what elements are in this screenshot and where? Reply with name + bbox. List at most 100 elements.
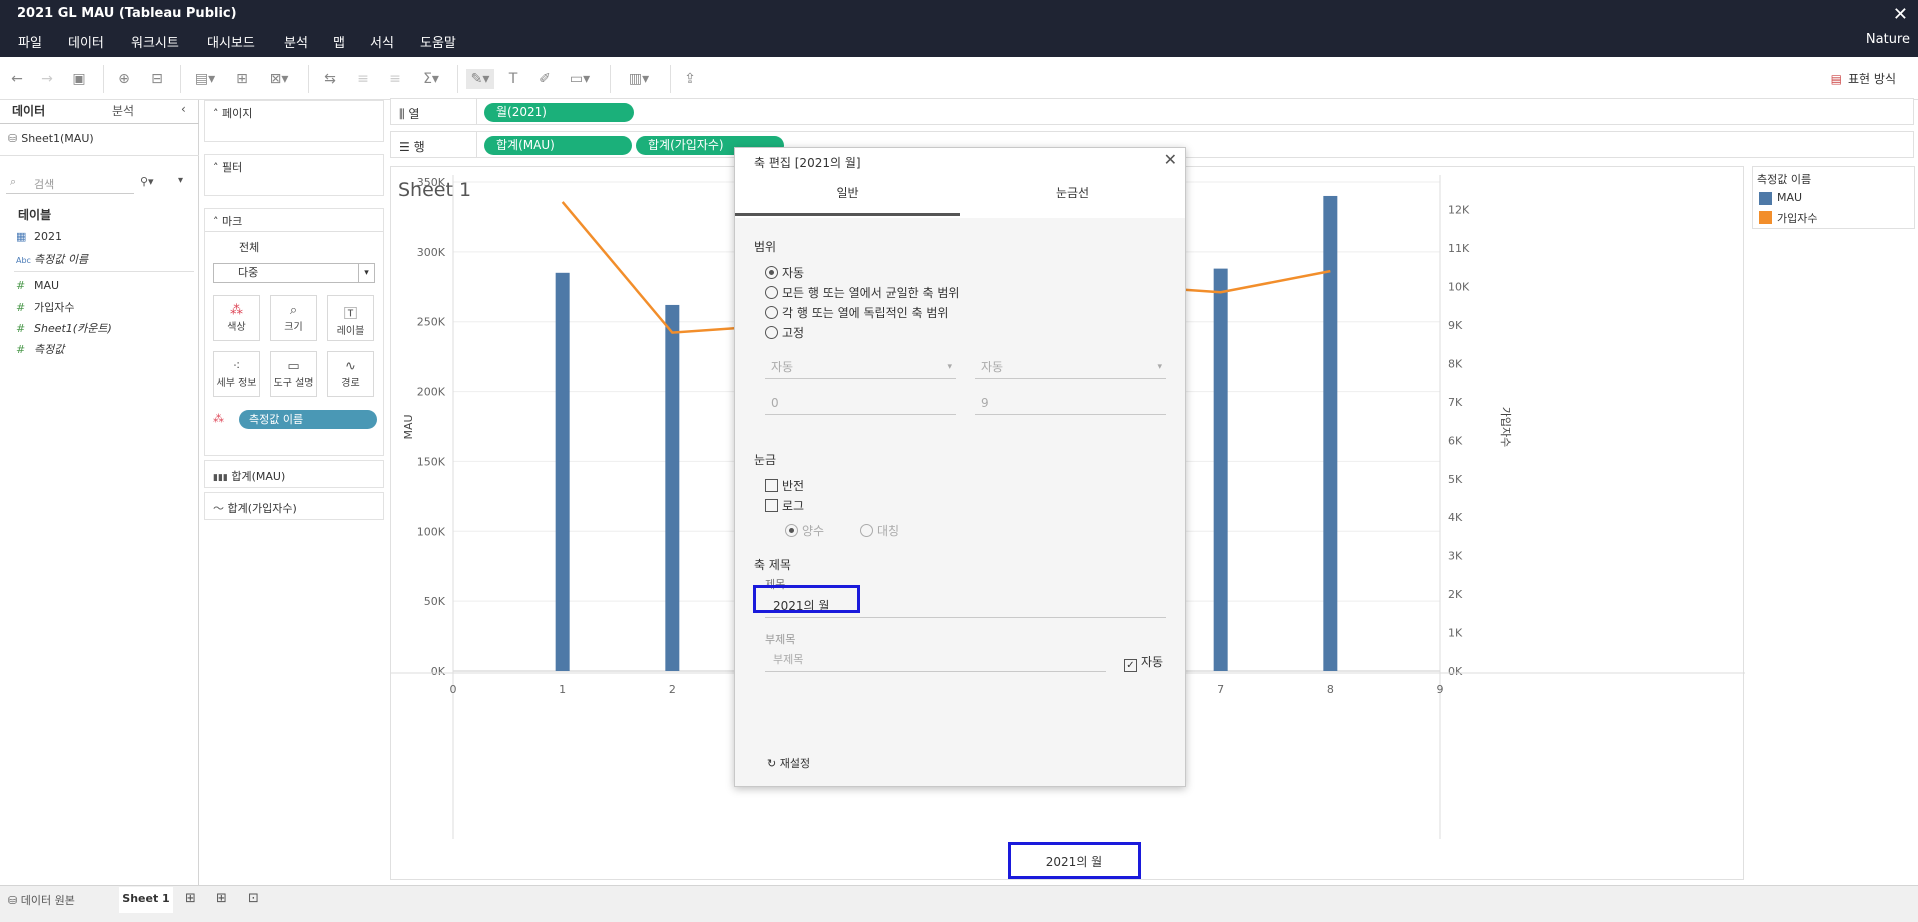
menu-bar: 파일 데이터 워크시트 대시보드 분석 맵 서식 도움말 Nature xyxy=(0,32,1918,54)
new-datasource-icon[interactable]: ⊕ xyxy=(115,69,133,89)
field-subscribers[interactable]: # 가입자수 xyxy=(16,299,74,315)
datasource-icon: ⛁ xyxy=(8,132,18,145)
pane-menu-icon[interactable]: ▾ xyxy=(178,175,183,186)
columns-shelf[interactable]: ⫼ 열 월(2021) xyxy=(390,98,1914,125)
radio-range-auto[interactable]: 자동 xyxy=(765,264,804,281)
search-input[interactable]: ⌕ 검색 xyxy=(6,172,134,194)
redo-icon[interactable]: → xyxy=(38,69,56,89)
range-min-input[interactable]: 0 xyxy=(765,391,956,415)
bar-mau-8 xyxy=(1323,195,1338,671)
totals-icon[interactable]: Σ▾ xyxy=(418,69,444,89)
y-tick-label: 300K xyxy=(417,246,446,259)
title-input-highlight xyxy=(753,585,860,613)
tab-analysis[interactable]: 분석 xyxy=(112,102,134,119)
range-max-input[interactable]: 9 xyxy=(975,391,1166,415)
menu-dashboard[interactable]: 대시보드 xyxy=(207,32,255,51)
show-me-button[interactable]: ▤ 표현 방식 xyxy=(1831,70,1896,87)
menu-map[interactable]: 맵 xyxy=(333,32,345,51)
radio-range-uniform[interactable]: 모든 행 또는 열에서 균일한 축 범위 xyxy=(765,284,959,301)
pages-card[interactable]: ˄ 페이지 xyxy=(204,100,384,142)
mark-type-select[interactable]: 다중 ▾ xyxy=(213,263,375,283)
tab-sheet1[interactable]: Sheet 1 xyxy=(119,887,173,913)
marks-card-title: ˄ 마크 xyxy=(213,215,243,228)
label-button[interactable]: 🅃 레이블 xyxy=(327,295,374,341)
range-min-select[interactable]: 자동 ▾ xyxy=(765,355,956,379)
new-worksheet-icon[interactable]: ⊞ xyxy=(185,891,196,906)
clear-sheet-icon[interactable]: ⊠▾ xyxy=(265,69,293,89)
tooltip-icon: ▭ xyxy=(287,359,300,374)
menu-help[interactable]: 도움말 xyxy=(420,32,456,51)
show-labels-icon[interactable]: T xyxy=(503,69,523,89)
user-name[interactable]: Nature xyxy=(1866,32,1910,47)
window-close-icon[interactable]: ✕ xyxy=(1893,4,1908,25)
menu-format[interactable]: 서식 xyxy=(370,32,394,51)
radio-symmetric[interactable]: 대칭 xyxy=(860,522,899,539)
checkbox-log[interactable]: 로그 xyxy=(765,497,804,514)
rows-shelf-label: ☰ 행 xyxy=(399,140,425,154)
menu-analysis[interactable]: 분석 xyxy=(284,32,308,51)
legend-item-subscribers[interactable]: 가입자수 xyxy=(1759,210,1817,226)
y-tick-label: 150K xyxy=(417,455,446,468)
columns-pill-month[interactable]: 월(2021) xyxy=(484,103,634,122)
measure-names-color-pill[interactable]: 측정값 이름 xyxy=(239,410,377,429)
datasource-icon: ⛁ xyxy=(8,894,18,907)
y-axis-title: MAU xyxy=(402,414,415,439)
checkbox-reversed[interactable]: 반전 xyxy=(765,477,804,494)
field-sheet1-count[interactable]: # Sheet1(카운트) xyxy=(16,320,112,336)
tab-tick-marks[interactable]: 눈금선 xyxy=(960,184,1185,201)
search-placeholder: 검색 xyxy=(34,178,55,191)
sum-mau-card[interactable]: ▮▮▮ 합계(MAU) xyxy=(204,460,384,488)
path-button[interactable]: ∿ 경로 xyxy=(327,351,374,397)
marks-all-tab[interactable]: 전체 xyxy=(239,239,259,255)
menu-data[interactable]: 데이터 xyxy=(68,32,104,51)
new-dashboard-icon[interactable]: ⊞ xyxy=(216,891,227,906)
range-max-select[interactable]: 자동 ▾ xyxy=(975,355,1166,379)
radio-range-independent[interactable]: 각 행 또는 열에 독립적인 축 범위 xyxy=(765,304,948,321)
sheet-tab-bar: ⛁ 데이터 원본 Sheet 1 ⊞ ⊞ ⊡ xyxy=(0,885,1918,922)
color-button[interactable]: ⁂ 색상 xyxy=(213,295,260,341)
detail-button[interactable]: ⁖ 세부 정보 xyxy=(213,351,260,397)
field-measure-values[interactable]: # 측정값 xyxy=(16,341,64,357)
new-story-icon[interactable]: ⊡ xyxy=(248,891,259,906)
field-mau[interactable]: # MAU xyxy=(16,279,59,292)
menu-worksheet[interactable]: 워크시트 xyxy=(131,32,179,51)
checkbox-subtitle-auto[interactable]: ✓ 자동 xyxy=(1124,653,1163,672)
filter-fields-icon[interactable]: ⚲▾ xyxy=(140,175,154,188)
tab-datasource[interactable]: ⛁ 데이터 원본 xyxy=(8,892,75,908)
sum-subscribers-card[interactable]: 〜 합계(가입자수) xyxy=(204,492,384,520)
size-button[interactable]: ⌕ 크기 xyxy=(270,295,317,341)
subtitle-input[interactable]: 부제목 xyxy=(765,648,1106,672)
sort-ascending-icon[interactable]: ≡ xyxy=(353,69,373,89)
tab-data[interactable]: 데이터 xyxy=(12,102,45,119)
datasource-item[interactable]: ⛁ Sheet1(MAU) xyxy=(8,132,94,145)
pause-updates-icon[interactable]: ⊟ xyxy=(148,69,166,89)
highlight-icon[interactable]: ✎▾ xyxy=(466,69,494,89)
collapse-pane-icon[interactable]: ‹ xyxy=(181,102,186,116)
field-2021[interactable]: ▦ 2021 xyxy=(16,230,62,243)
show-me-chart-icon[interactable]: ▥▾ xyxy=(623,69,655,89)
undo-icon[interactable]: ← xyxy=(8,69,26,89)
save-icon[interactable]: ▣ xyxy=(70,69,88,89)
y2-tick-label: 9K xyxy=(1448,319,1463,332)
radio-positive[interactable]: 양수 xyxy=(785,522,824,539)
detail-icon: ⁖ xyxy=(232,359,241,374)
format-workbook-icon[interactable]: ✐ xyxy=(535,69,555,89)
menu-file[interactable]: 파일 xyxy=(18,32,42,51)
tooltip-button[interactable]: ▭ 도구 설명 xyxy=(270,351,317,397)
fit-icon[interactable]: ▭▾ xyxy=(565,69,595,89)
close-icon[interactable]: ✕ xyxy=(1164,150,1177,169)
share-icon[interactable]: ⇪ xyxy=(680,69,700,89)
new-worksheet-icon[interactable]: ▤▾ xyxy=(192,69,218,89)
legend-swatch xyxy=(1759,192,1772,205)
radio-range-fixed[interactable]: 고정 xyxy=(765,324,804,341)
legend-item-mau[interactable]: MAU xyxy=(1759,191,1802,205)
field-measure-names[interactable]: Abc 측정값 이름 xyxy=(16,251,88,267)
sort-descending-icon[interactable]: ≡ xyxy=(385,69,405,89)
swap-rows-columns-icon[interactable]: ⇆ xyxy=(320,69,340,89)
filters-card[interactable]: ˄ 필터 xyxy=(204,154,384,196)
tab-general[interactable]: 일반 xyxy=(735,184,960,201)
rows-pill-sum-mau[interactable]: 합계(MAU) xyxy=(484,136,632,155)
reset-button[interactable]: ↻ 재설정 xyxy=(767,755,810,771)
abc-icon: Abc xyxy=(16,256,31,265)
duplicate-sheet-icon[interactable]: ⊞ xyxy=(232,69,252,89)
